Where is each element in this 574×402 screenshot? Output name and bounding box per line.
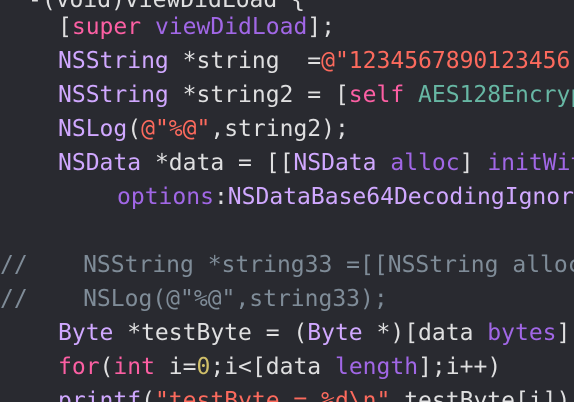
code-line[interactable]: // NSLog(@"%@",string33); (0, 282, 388, 316)
code-token-keyword: self (348, 82, 405, 108)
code-token-type: Byte (58, 320, 114, 346)
code-token-type: NSDataBase64DecodingIgnoreUnknownCharact… (227, 184, 574, 210)
code-token-number: 0 (196, 354, 211, 380)
code-token-plain: ]; (556, 320, 574, 346)
code-token-plain: *testByte = ( (113, 320, 308, 346)
code-token-comment: // NSLog(@"%@",string33); (0, 286, 388, 312)
code-token-plain: ( (141, 388, 155, 402)
code-editor[interactable]: -(void)viewDidLoad { [super viewDidLoad]… (0, 0, 574, 402)
code-token-string: @"1234567890123456" (321, 48, 574, 74)
code-token-project: AES128Encrypt (418, 82, 574, 108)
code-line[interactable]: NSData *data = [[NSData alloc] initWithB… (0, 146, 574, 180)
code-token-method: length (334, 354, 419, 380)
code-token-plain: ,string2); (210, 116, 349, 142)
code-token-string: "testByte = %d\n" (154, 388, 391, 402)
code-token-plain: ]; (307, 14, 335, 40)
code-token-keyword: for (58, 354, 100, 380)
code-token-plain: ,testByte[i]); (390, 388, 574, 402)
code-token-plain: *string = (168, 48, 322, 74)
code-token-type: NSLog (58, 116, 128, 142)
code-token-plain: ;i<[data (210, 354, 335, 380)
code-token-keyword: super (71, 14, 142, 40)
code-token-method: options (117, 184, 214, 210)
code-line[interactable]: printf("testByte = %d\n",testByte[i]); (0, 384, 574, 402)
code-token-comment: // NSString *string33 =[[NSString alloc] (0, 252, 574, 278)
code-token-keyword: int (113, 354, 155, 380)
code-token-type: Byte (307, 320, 363, 346)
code-line[interactable]: options:NSDataBase64DecodingIgnoreUnknow… (0, 180, 574, 214)
code-token-plain: : (213, 184, 228, 210)
code-line[interactable]: NSString *string =@"1234567890123456" (0, 44, 574, 78)
code-token-method: viewDidLoad (154, 14, 308, 40)
code-token-type: NSString (58, 48, 169, 74)
code-token-plain: [ (58, 14, 72, 40)
code-line[interactable]: // NSString *string33 =[[NSString alloc] (0, 248, 574, 282)
code-token-method: initWithBase64EncodedString (487, 150, 574, 176)
code-line[interactable]: for(int i=0;i<[data length];i++) (0, 350, 501, 384)
code-token-plain: ];i++) (418, 354, 502, 380)
code-line[interactable]: [super viewDidLoad]; (0, 10, 335, 44)
code-token-plain: ( (99, 354, 114, 380)
code-line[interactable]: Byte *testByte = (Byte *)[data bytes]; (0, 316, 574, 350)
code-token-type: NSData (58, 150, 142, 176)
code-token-method: bytes (487, 320, 557, 346)
code-token-type: NSData (293, 150, 377, 176)
code-token-plain: *)[data (362, 320, 488, 346)
code-line[interactable]: NSLog(@"%@",string2); (0, 112, 349, 146)
code-token-method: alloc (390, 150, 460, 176)
code-token-plain: ( (127, 116, 142, 142)
code-token-type: NSString (58, 82, 169, 108)
code-line[interactable]: NSString *string2 = [self AES128Encrypt (0, 78, 574, 112)
code-token-plain: i= (154, 354, 197, 380)
code-token-string: @"%@" (141, 116, 211, 142)
code-token-type: printf (58, 388, 142, 402)
code-token-plain: *data = [[ (141, 150, 294, 176)
code-token-plain: *string2 = [ (168, 82, 349, 108)
code-token-plain: ] (459, 150, 488, 176)
